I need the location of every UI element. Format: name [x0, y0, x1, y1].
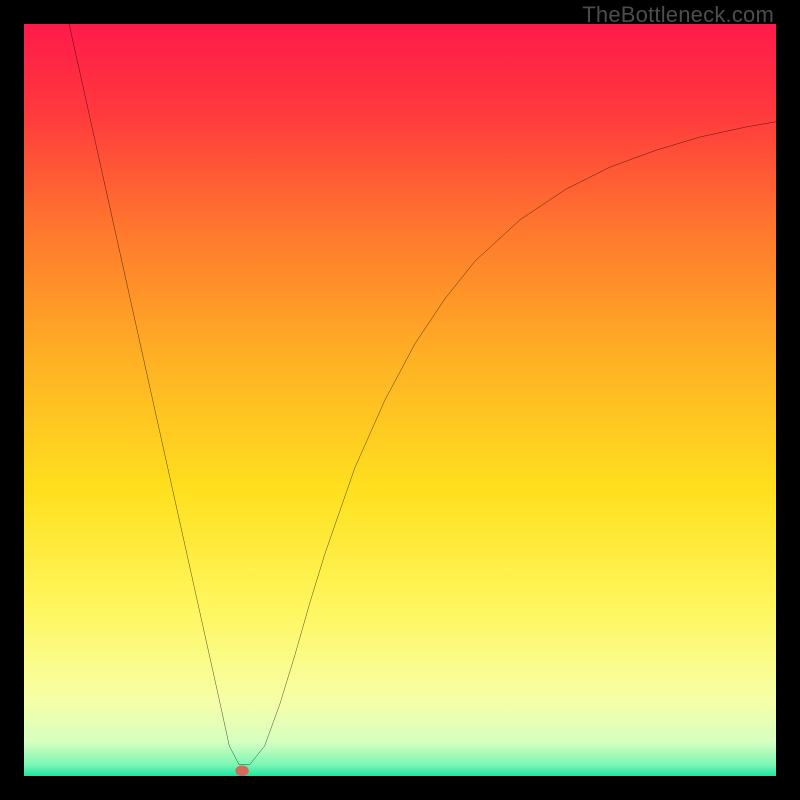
- plot-area: [24, 24, 776, 776]
- gradient-background: [24, 24, 776, 776]
- chart-frame: TheBottleneck.com: [0, 0, 800, 800]
- optimum-point: [235, 765, 249, 776]
- bottleneck-chart: [24, 24, 776, 776]
